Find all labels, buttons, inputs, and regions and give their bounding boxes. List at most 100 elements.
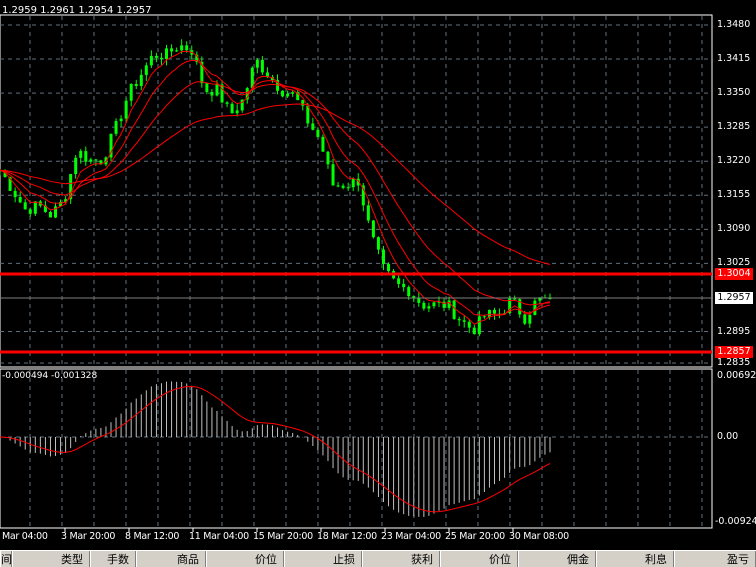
- time-label: 11 Mar 04:00: [189, 531, 249, 542]
- candle-body: [341, 185, 345, 188]
- macd-signal-line: [0, 385, 551, 513]
- candle-body: [13, 190, 17, 198]
- candle-body: [533, 300, 537, 315]
- price-tick: 1.3480: [717, 19, 751, 30]
- column-header[interactable]: 类型: [12, 551, 90, 567]
- candle-body: [387, 263, 391, 272]
- price-tick: 1.3350: [717, 87, 751, 99]
- column-header[interactable]: 利息: [596, 551, 674, 567]
- price-chart[interactable]: [0, 0, 756, 550]
- candle-body: [144, 65, 148, 75]
- candle-body: [331, 164, 335, 186]
- candle-body: [513, 298, 517, 300]
- candle-body: [351, 178, 355, 188]
- candle-body: [366, 205, 370, 221]
- price-tick: 1.2835: [717, 356, 751, 368]
- current-price-label: 1.2957: [715, 292, 753, 304]
- candle-body: [175, 50, 179, 52]
- macd-tick-zero: 0.00: [717, 431, 739, 442]
- candle-body: [210, 91, 214, 96]
- moving-average-line: [0, 59, 551, 316]
- price-tick: 1.2895: [717, 325, 751, 337]
- candle-body: [230, 103, 234, 114]
- macd-tick-top: 0.00692: [717, 370, 756, 381]
- candle-body: [185, 45, 189, 51]
- moving-average-line: [0, 103, 551, 265]
- candle-body: [472, 327, 476, 335]
- time-label: 30 Mar 08:00: [509, 531, 569, 542]
- candle-body: [84, 151, 88, 162]
- column-header[interactable]: 止损: [284, 551, 362, 567]
- time-label: 8 Mar 12:00: [125, 531, 180, 542]
- candle-body: [407, 287, 411, 297]
- candle-body: [452, 300, 456, 319]
- candle-body: [321, 136, 325, 152]
- candle-body: [124, 100, 128, 119]
- candle-body: [215, 84, 219, 96]
- price-tick: 1.3155: [717, 189, 751, 201]
- hline-label-upper: 1.3004: [715, 268, 753, 280]
- candle-body: [74, 157, 78, 175]
- candle-body: [467, 321, 471, 328]
- time-label: 15 Mar 20:00: [253, 531, 313, 542]
- price-tick: 1.3025: [717, 257, 751, 269]
- price-tick: 1.3415: [717, 53, 751, 65]
- candle-body: [129, 83, 133, 101]
- candle-body: [255, 59, 259, 68]
- price-tick: 1.3220: [717, 155, 751, 167]
- candle-body: [180, 45, 184, 51]
- price-tick: 1.3090: [717, 223, 751, 235]
- column-header[interactable]: 间: [0, 551, 12, 567]
- candle-body: [402, 283, 406, 288]
- candle-body: [427, 306, 431, 309]
- candle-body: [281, 90, 285, 97]
- macd-tick-bottom: -0.00924: [715, 516, 756, 527]
- column-header[interactable]: 价位: [440, 551, 518, 567]
- candle-body: [381, 249, 385, 264]
- candle-body: [225, 102, 229, 104]
- candle-body: [139, 74, 143, 86]
- candle-body: [114, 121, 118, 134]
- column-header[interactable]: 商品: [136, 551, 206, 567]
- candle-body: [48, 211, 52, 218]
- column-header[interactable]: 盈亏: [674, 551, 756, 567]
- ohlc-readout: 1.2959 1.2961 1.2954 1.2957: [2, 5, 152, 16]
- candle-body: [286, 93, 290, 97]
- column-header[interactable]: 获利: [362, 551, 440, 567]
- candle-body: [18, 197, 22, 203]
- candle-body: [397, 278, 401, 284]
- candle-body: [336, 185, 340, 187]
- column-header[interactable]: 价位: [206, 551, 284, 567]
- trade-table-header: 间类型 手数 商品 价位 止损 获利 价位 佣金 利息 盈亏: [0, 550, 756, 567]
- candle-body: [89, 159, 93, 162]
- candle-body: [170, 48, 174, 52]
- column-header[interactable]: 佣金: [518, 551, 596, 567]
- candle-body: [482, 316, 486, 318]
- candle-body: [291, 92, 295, 94]
- candle-body: [326, 151, 330, 165]
- time-label: Mar 04:00: [2, 531, 48, 542]
- candle-body: [311, 123, 315, 130]
- time-label: 25 Mar 20:00: [445, 531, 505, 542]
- candle-body: [205, 83, 209, 92]
- candle-body: [235, 110, 239, 114]
- candle-body: [523, 314, 527, 324]
- candle-body: [134, 83, 138, 86]
- chart-window[interactable]: 1.2959 1.2961 1.2954 1.2957 -0.000494 -0…: [0, 0, 756, 567]
- candle-body: [79, 151, 83, 158]
- candle-body: [412, 296, 416, 298]
- macd-readout: -0.000494 -0.001328: [2, 371, 98, 381]
- time-label: 23 Mar 04:00: [381, 531, 441, 542]
- column-header[interactable]: 手数: [90, 551, 136, 567]
- candle-body: [149, 55, 153, 66]
- candle-body: [154, 55, 158, 58]
- candle-body: [165, 48, 169, 60]
- candle-body: [260, 59, 264, 73]
- candle-body: [462, 320, 466, 322]
- candle-body: [371, 220, 375, 238]
- candle-body: [346, 187, 350, 189]
- time-label: 18 Mar 12:00: [317, 531, 377, 542]
- hline-label-lower: 1.2857: [715, 346, 753, 358]
- candle-body: [94, 159, 98, 161]
- candle-body: [422, 302, 426, 309]
